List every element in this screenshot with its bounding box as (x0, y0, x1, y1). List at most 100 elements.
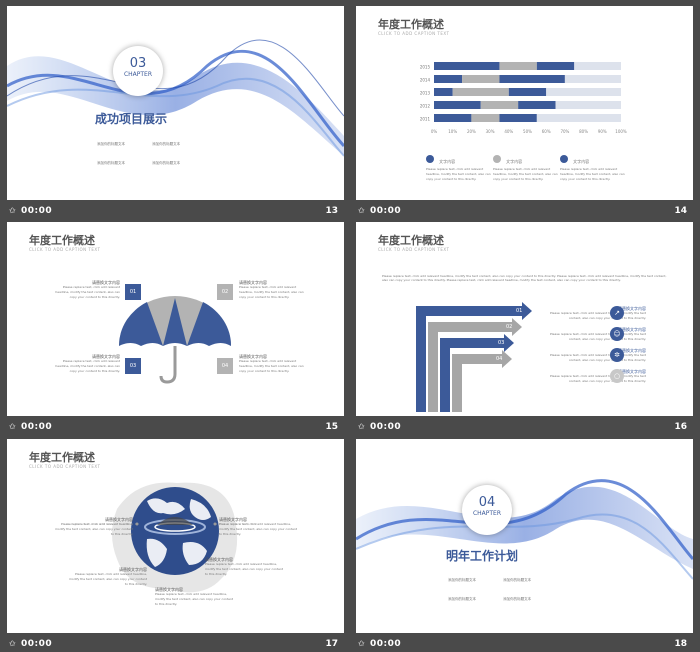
text-block: 请替换文字内容 Please replace text, click add r… (219, 517, 299, 537)
slide-number: 14 (674, 206, 687, 216)
legend-swatch (560, 154, 568, 163)
bar-segment (536, 62, 575, 70)
bullet: 添加你的标题文本 (152, 142, 181, 146)
badge-label: CHAPTER (472, 510, 502, 517)
bar-segment (499, 62, 537, 70)
star-icon: ✩ (358, 206, 365, 215)
slide-title: 成功项目展示 (95, 112, 168, 126)
slide-15[interactable]: 年度工作概述 CLICK TO ADD CAPTION TEXT 01 02 0… (7, 222, 344, 416)
slide-13[interactable]: 03 CHAPTER 成功项目展示 添加你的标题文本 添加你的标题文本 添加你的… (7, 6, 344, 200)
bar-segment (434, 114, 472, 122)
bullet: 添加你的标题文本 (97, 142, 125, 146)
bar-segment (434, 62, 500, 70)
text-block: 请替换文字内容 Please replace text, click add r… (155, 587, 235, 607)
slide-14[interactable]: 年度工作概述 CLICK TO ADD CAPTION TEXT 2015 201… (356, 6, 693, 200)
legend-item: 文字内容 Please replace text, click add rele… (426, 148, 496, 182)
chapter-badge: 03 CHAPTER (113, 46, 163, 96)
bullet: 添加你的标题文本 (448, 597, 476, 601)
category-label: 2012 (420, 104, 431, 109)
chapter-badge: 04 CHAPTER (462, 485, 512, 535)
bar-segment (499, 75, 565, 83)
bar-segment (574, 62, 621, 70)
legend-swatch (426, 154, 434, 163)
item-desc: Please replace text, click add relevant … (550, 353, 646, 362)
slide-time: 00:00 (21, 639, 53, 649)
legend-swatch (493, 154, 501, 163)
item-desc: Please replace text, click add relevant … (550, 374, 646, 383)
gear-icon: ✲ (610, 348, 624, 362)
category-label: 2013 (420, 91, 431, 96)
bar-segment (546, 88, 621, 96)
arrow-label: 04 (496, 356, 503, 362)
legend-label: 文字内容 (573, 159, 590, 164)
text-block-02: 请替换文字内容 Please replace text, click add r… (239, 280, 307, 300)
slide-time: 00:00 (21, 422, 53, 432)
bar-segment (434, 101, 481, 109)
star-icon: ✩ (9, 422, 16, 431)
slide-footer: ✩ 00:00 15 (7, 419, 344, 435)
slide-footer: ✩ 00:00 14 (356, 203, 693, 219)
slide-time: 00:00 (370, 639, 402, 649)
x-tick-label: 100% (615, 129, 627, 134)
x-tick-label: 30% (486, 129, 495, 134)
bar-segment (462, 75, 500, 83)
text-block: 请替换文字内容 Please replace text, click add r… (67, 567, 147, 587)
bullet: 添加你的标题文本 (448, 578, 476, 582)
badge-number: 03 (129, 56, 147, 71)
bullet: 添加你的标题文本 (503, 578, 532, 582)
category-label: 2015 (420, 65, 431, 70)
x-tick-label: 0% (431, 129, 438, 134)
list-item: 请替换文字内容 Please replace text, click add r… (546, 306, 646, 321)
item-desc: Please replace text, click add relevant … (550, 311, 646, 320)
box-04: 04 (217, 358, 233, 374)
list-item: 请替换文字内容 Please replace text, click add r… (546, 369, 646, 384)
legend-label: 文字内容 (439, 159, 456, 164)
box-01: 01 (125, 284, 141, 300)
x-tick-label: 90% (598, 129, 607, 134)
item-desc: Please replace text, click add relevant … (68, 572, 147, 586)
x-tick-label: 70% (560, 129, 569, 134)
bullet: 添加你的标题文本 (503, 597, 532, 601)
wave-decoration (7, 39, 344, 157)
slide-number: 15 (325, 422, 338, 432)
slide-time: 00:00 (370, 206, 402, 216)
bulb-icon: ○ (610, 369, 624, 383)
umbrella-icon (118, 296, 232, 384)
bar-segment (434, 75, 463, 83)
slide-16[interactable]: 年度工作概述 CLICK TO ADD CAPTION TEXT Please … (356, 222, 693, 416)
slide-footer: ✩ 00:00 18 (356, 636, 693, 652)
bullet-list: 添加你的标题文本 添加你的标题文本 添加你的标题文本 添加你的标题文本 (97, 130, 207, 168)
slide-time: 00:00 (370, 422, 402, 432)
slide-footer: ✩ 00:00 17 (7, 636, 344, 652)
slide-17[interactable]: 年度工作概述 CLICK TO ADD CAPTION TEXT 请替换文字内容… (7, 439, 344, 633)
star-icon: ✩ (9, 639, 16, 648)
bullet-list: 添加你的标题文本 添加你的标题文本 添加你的标题文本 添加你的标题文本 (448, 566, 558, 604)
item-desc: Please replace text, click add relevant … (155, 592, 234, 606)
legend-desc: Please replace text, click add relevant … (560, 167, 625, 181)
item-desc: Please replace text, click add relevant … (239, 359, 304, 373)
bullet: 添加你的标题文本 (152, 161, 181, 165)
star-icon: ✩ (358, 422, 365, 431)
x-tick-label: 80% (579, 129, 588, 134)
list-item: 请替换文字内容 Please replace text, click add r… (546, 327, 646, 342)
slide-time: 00:00 (21, 206, 53, 216)
bar-segment (518, 101, 556, 109)
bullet: 添加你的标题文本 (97, 161, 125, 165)
x-tick-label: 40% (504, 129, 513, 134)
bar-segment (499, 114, 537, 122)
box-02: 02 (217, 284, 233, 300)
box-03: 03 (125, 358, 141, 374)
star-icon: ✩ (9, 206, 16, 215)
text-block: 请替换文字内容 Please replace text, click add r… (205, 557, 285, 577)
legend-item: 文字内容 Please replace text, click add rele… (493, 148, 563, 182)
slide-18[interactable]: 04 CHAPTER 明年工作计划 添加你的标题文本 添加你的标题文本 添加你的… (356, 439, 693, 633)
arrow-label: 01 (516, 308, 523, 314)
text-block-04: 请替换文字内容 Please replace text, click add r… (239, 354, 307, 374)
text-block: 请替换文字内容 Please replace text, click add r… (53, 517, 133, 537)
legend-item: 文字内容 Please replace text, click add rele… (560, 148, 630, 182)
slide-number: 13 (325, 206, 338, 216)
slide-footer: ✩ 00:00 16 (356, 419, 693, 435)
category-label: 2011 (420, 117, 431, 122)
x-tick-label: 20% (467, 129, 476, 134)
item-desc: Please replace text, click add relevant … (219, 522, 298, 536)
